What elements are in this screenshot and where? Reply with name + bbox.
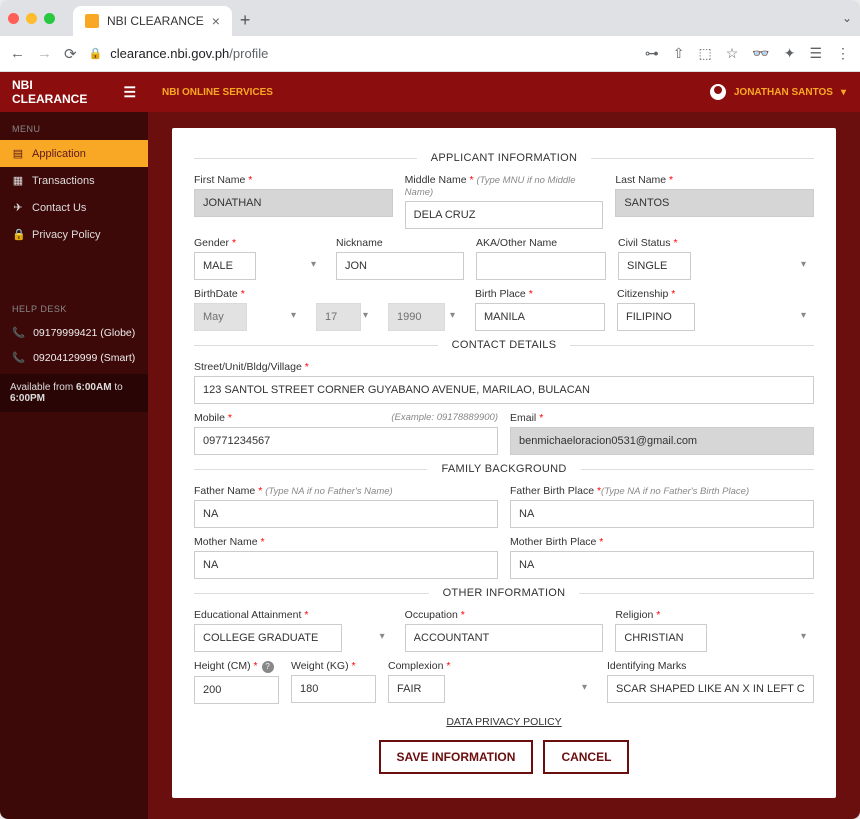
window-close-icon[interactable] bbox=[8, 13, 19, 24]
share-icon[interactable]: ⇧ bbox=[673, 45, 685, 62]
reading-list-icon[interactable]: ☰ bbox=[809, 45, 822, 62]
window-minimize-icon[interactable] bbox=[26, 13, 37, 24]
street-input[interactable] bbox=[194, 376, 814, 404]
weight-input[interactable] bbox=[291, 675, 376, 703]
install-icon[interactable]: ⬚ bbox=[698, 45, 711, 62]
citizenship-select[interactable]: FILIPINO bbox=[617, 303, 695, 331]
lock-icon: 🔒 bbox=[12, 228, 24, 241]
father-name-input[interactable] bbox=[194, 500, 498, 528]
browser-tab-bar: NBI CLEARANCE × + ⌄ bbox=[0, 0, 860, 36]
reload-icon[interactable]: ⟳ bbox=[64, 45, 77, 63]
availability-notice: Available from 6:00AM to 6:00PM bbox=[0, 374, 148, 412]
brand: NBI CLEARANCE ☰ bbox=[0, 72, 148, 112]
sidebar-item-transactions[interactable]: ▦ Transactions bbox=[0, 167, 148, 194]
civil-status-select[interactable]: SINGLE bbox=[618, 252, 691, 280]
menu-icon[interactable]: ⋮ bbox=[836, 45, 850, 62]
user-name: JONATHAN SANTOS bbox=[734, 87, 833, 98]
url-domain: clearance.nbi.gov.ph bbox=[110, 46, 229, 61]
email-input bbox=[510, 427, 814, 455]
tabs-dropdown-icon[interactable]: ⌄ bbox=[842, 11, 852, 25]
mother-name-input[interactable] bbox=[194, 551, 498, 579]
sidebar-item-label: Privacy Policy bbox=[32, 229, 100, 241]
extensions-icon[interactable]: ✦ bbox=[784, 45, 796, 62]
url-input[interactable]: 🔒 clearance.nbi.gov.ph/profile bbox=[89, 46, 633, 61]
sidebar-menu-title: MENU bbox=[0, 118, 148, 140]
sidebar-item-privacy[interactable]: 🔒 Privacy Policy bbox=[0, 221, 148, 248]
section-contact: CONTACT DETAILS bbox=[194, 339, 814, 351]
gender-select[interactable]: MALE bbox=[194, 252, 256, 280]
list-icon: ▦ bbox=[12, 174, 24, 187]
religion-select[interactable]: CHRISTIAN bbox=[615, 624, 707, 652]
sidebar-item-contact[interactable]: ✈ Contact Us bbox=[0, 194, 148, 221]
help-phone-smart: 📞 09204129999 (Smart) bbox=[0, 345, 148, 370]
birth-year-select: 1990 bbox=[388, 303, 445, 331]
birth-month-select: May bbox=[194, 303, 247, 331]
hamburger-icon[interactable]: ☰ bbox=[123, 84, 136, 101]
marks-input[interactable] bbox=[607, 675, 814, 703]
privacy-policy-link[interactable]: DATA PRIVACY POLICY bbox=[194, 716, 814, 728]
middle-name-input[interactable] bbox=[405, 201, 604, 229]
avatar-icon bbox=[710, 84, 726, 100]
sidebar-help-title: HELP DESK bbox=[0, 298, 148, 320]
brand-text: NBI CLEARANCE bbox=[12, 78, 109, 106]
window-maximize-icon[interactable] bbox=[44, 13, 55, 24]
sidebar-item-label: Contact Us bbox=[32, 202, 86, 214]
new-tab-icon[interactable]: + bbox=[240, 10, 251, 31]
tab-close-icon[interactable]: × bbox=[212, 13, 220, 29]
save-button[interactable]: SAVE INFORMATION bbox=[379, 740, 534, 774]
url-path: /profile bbox=[229, 46, 268, 61]
file-icon: ▤ bbox=[12, 147, 24, 160]
cancel-button[interactable]: CANCEL bbox=[543, 740, 629, 774]
aka-input[interactable] bbox=[476, 252, 606, 280]
occupation-input[interactable] bbox=[405, 624, 604, 652]
education-select[interactable]: COLLEGE GRADUATE bbox=[194, 624, 342, 652]
tab-title: NBI CLEARANCE bbox=[107, 14, 204, 28]
help-icon[interactable]: ? bbox=[262, 661, 274, 673]
help-phone-globe: 📞 09179999421 (Globe) bbox=[0, 320, 148, 345]
section-family: FAMILY BACKGROUND bbox=[194, 463, 814, 475]
section-other: OTHER INFORMATION bbox=[194, 587, 814, 599]
key-icon[interactable]: ⊶ bbox=[645, 45, 659, 62]
back-icon[interactable]: ← bbox=[10, 45, 25, 62]
profile-panel: APPLICANT INFORMATION First Name * Middl… bbox=[172, 128, 836, 798]
birth-day-select: 17 bbox=[316, 303, 361, 331]
birth-place-input[interactable] bbox=[475, 303, 605, 331]
chevron-down-icon: ▾ bbox=[841, 87, 846, 98]
user-menu[interactable]: JONATHAN SANTOS ▾ bbox=[710, 84, 860, 100]
forward-icon: → bbox=[37, 45, 52, 62]
lock-icon: 🔒 bbox=[89, 47, 103, 60]
section-applicant: APPLICANT INFORMATION bbox=[194, 152, 814, 164]
last-name-input bbox=[615, 189, 814, 217]
sidebar-item-label: Transactions bbox=[32, 175, 95, 187]
favicon-icon bbox=[85, 14, 99, 28]
browser-actions: ⊶ ⇧ ⬚ ☆ 👓 ✦ ☰ ⋮ bbox=[645, 45, 850, 62]
window-controls bbox=[8, 13, 55, 24]
nickname-input[interactable] bbox=[336, 252, 464, 280]
sidebar-item-label: Application bbox=[32, 148, 86, 160]
browser-address-bar: ← → ⟳ 🔒 clearance.nbi.gov.ph/profile ⊶ ⇧… bbox=[0, 36, 860, 72]
paper-plane-icon: ✈ bbox=[12, 201, 24, 214]
mobile-input[interactable] bbox=[194, 427, 498, 455]
phone-icon: 📞 bbox=[12, 326, 25, 339]
bookmark-icon[interactable]: ☆ bbox=[726, 45, 739, 62]
complexion-select[interactable]: FAIR bbox=[388, 675, 445, 703]
sidebar: MENU ▤ Application ▦ Transactions ✈ Cont… bbox=[0, 112, 148, 819]
father-birthplace-input[interactable] bbox=[510, 500, 814, 528]
online-services-link[interactable]: NBI ONLINE SERVICES bbox=[148, 87, 273, 98]
browser-tab[interactable]: NBI CLEARANCE × bbox=[73, 6, 232, 36]
sidebar-item-application[interactable]: ▤ Application bbox=[0, 140, 148, 167]
app-topbar: NBI CLEARANCE ☰ NBI ONLINE SERVICES JONA… bbox=[0, 72, 860, 112]
first-name-input bbox=[194, 189, 393, 217]
phone-icon: 📞 bbox=[12, 351, 25, 364]
mother-birthplace-input[interactable] bbox=[510, 551, 814, 579]
height-input[interactable] bbox=[194, 676, 279, 704]
incognito-icon[interactable]: 👓 bbox=[752, 45, 769, 62]
